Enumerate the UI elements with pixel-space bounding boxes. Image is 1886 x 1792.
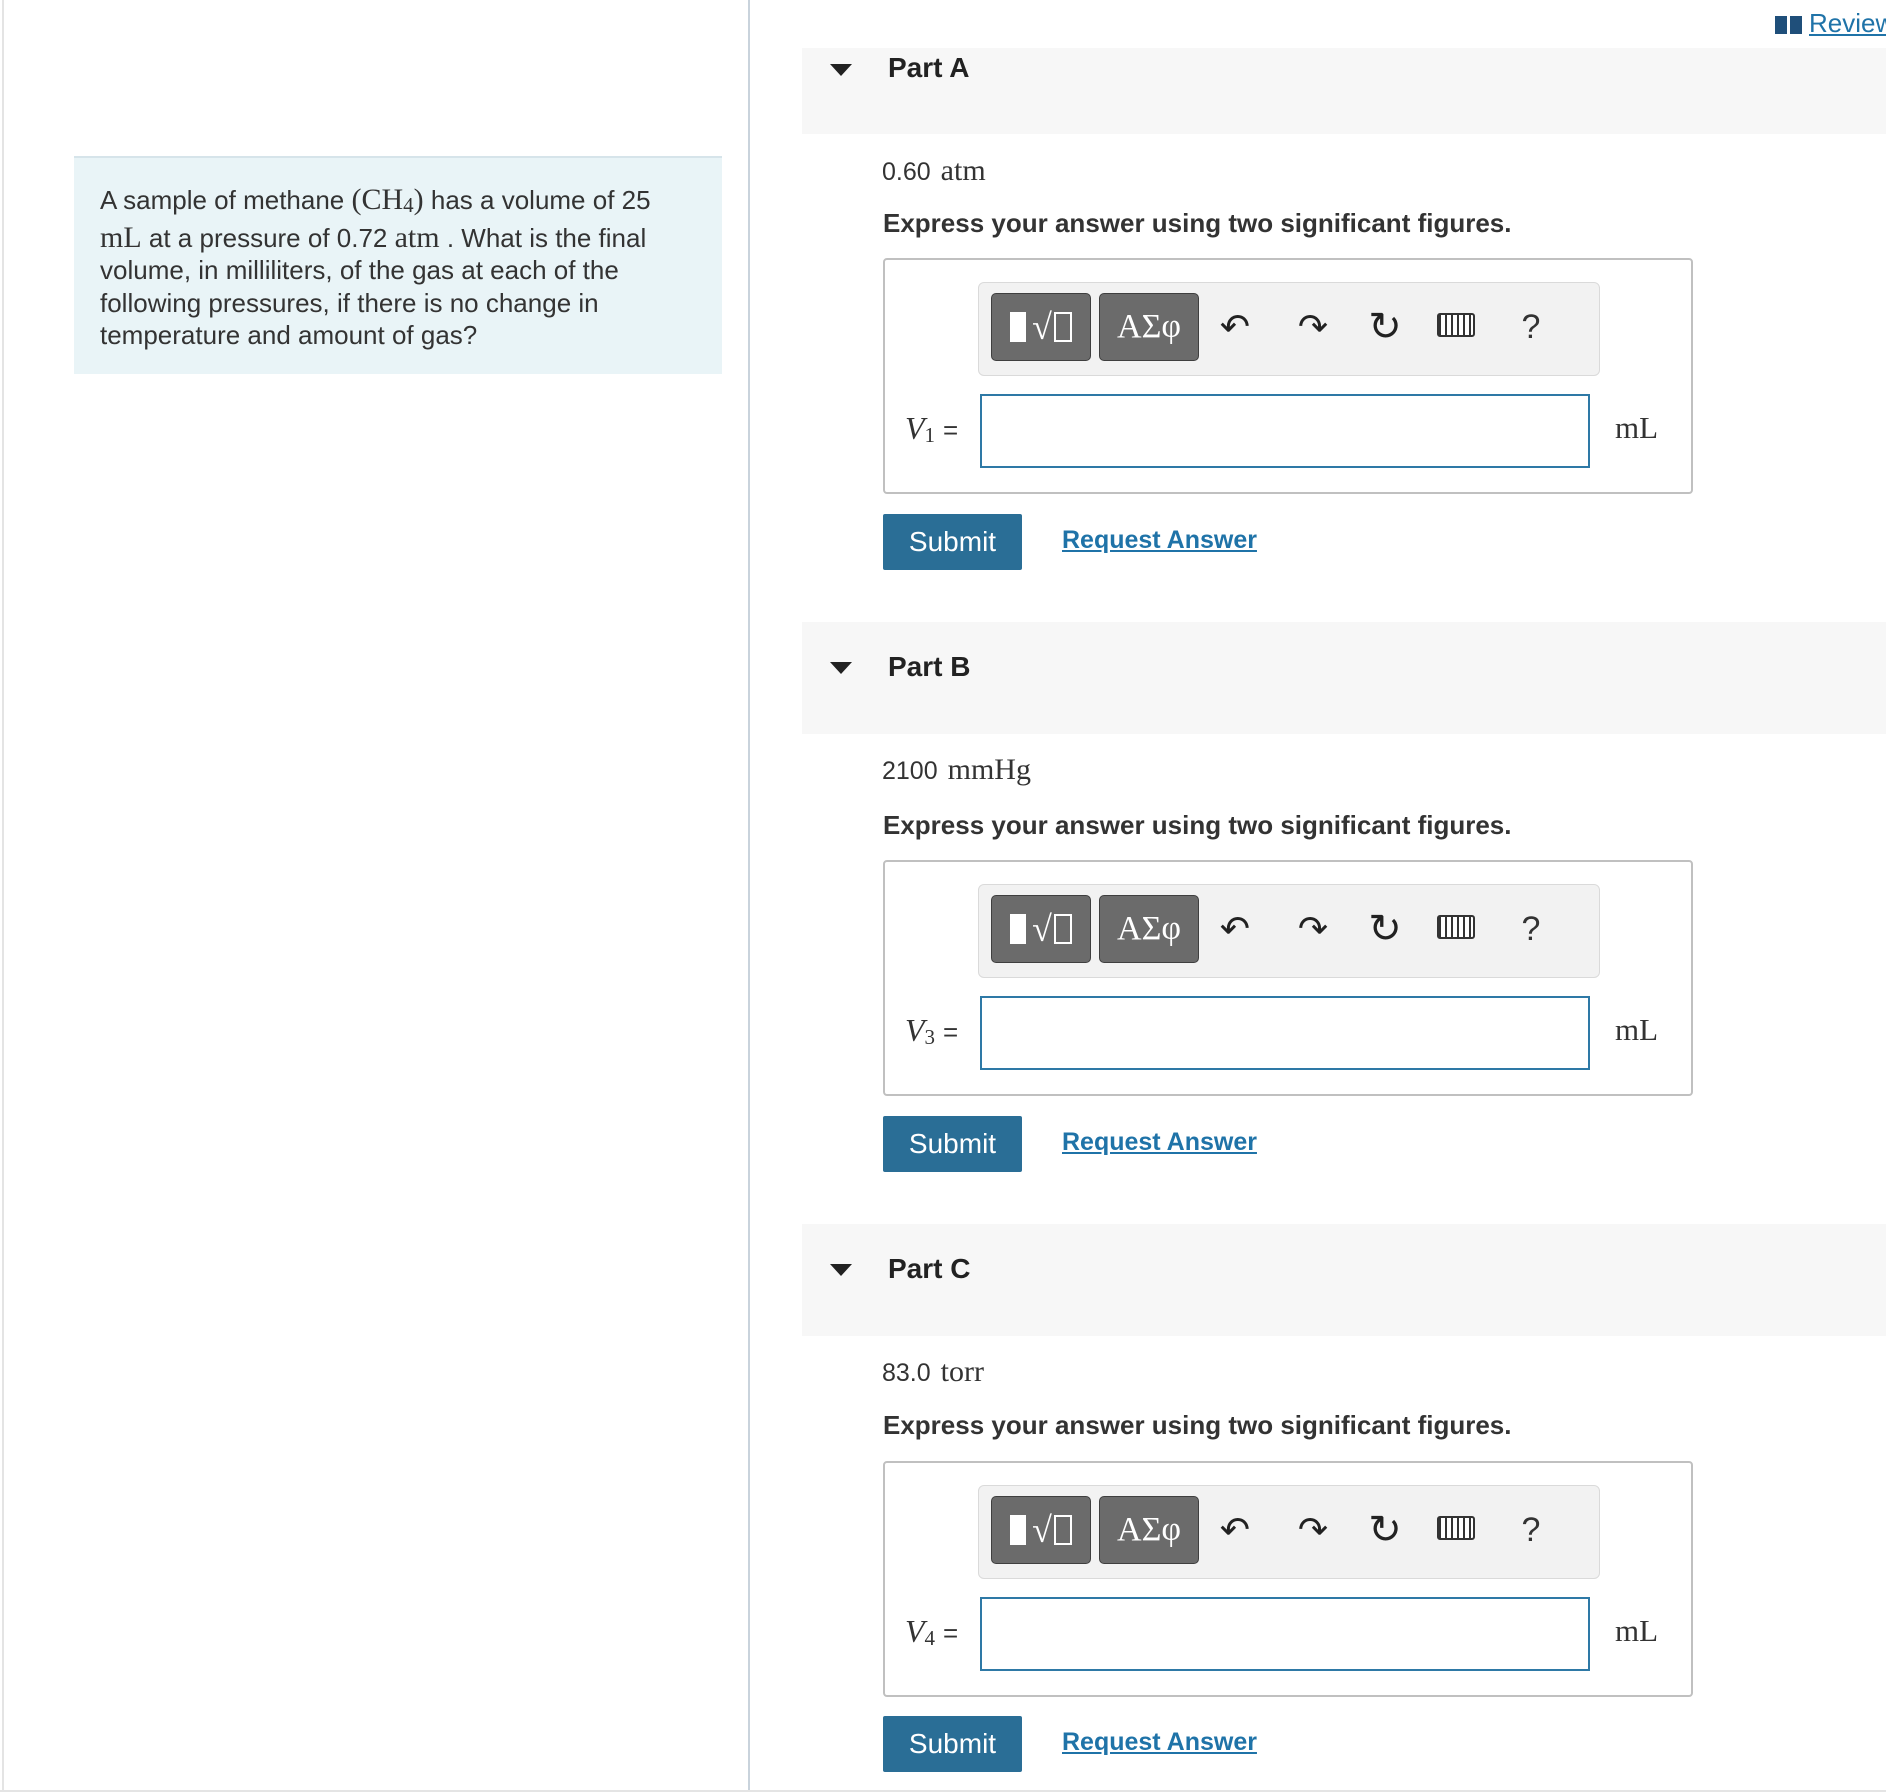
undo-icon[interactable]: ↶ bbox=[1213, 1508, 1257, 1552]
part-c-unit: mL bbox=[1615, 1613, 1659, 1648]
unit-atm: atm bbox=[394, 220, 440, 254]
part-a-variable-label: V1 = bbox=[905, 410, 959, 447]
part-c-title: Part C bbox=[888, 1253, 971, 1284]
redo-icon[interactable]: ↷ bbox=[1291, 1508, 1335, 1552]
part-c-given: 83.0 torr bbox=[882, 1355, 984, 1388]
redo-icon[interactable]: ↷ bbox=[1291, 907, 1335, 951]
part-a-answer-input[interactable] bbox=[980, 394, 1590, 468]
keyboard-icon[interactable] bbox=[1437, 1516, 1475, 1540]
math-toolbar: √ ΑΣφ ↶ ↷ ↻ ? bbox=[978, 282, 1600, 376]
collapse-caret-icon[interactable] bbox=[830, 64, 852, 76]
math-toolbar: √ ΑΣφ ↶ ↷ ↻ ? bbox=[978, 1485, 1600, 1579]
help-icon[interactable]: ? bbox=[1509, 305, 1553, 349]
undo-icon[interactable]: ↶ bbox=[1213, 907, 1257, 951]
collapse-caret-icon[interactable] bbox=[830, 662, 852, 674]
part-b-request-answer-link[interactable]: Request Answer bbox=[1062, 1128, 1257, 1157]
reset-icon[interactable]: ↻ bbox=[1363, 1508, 1407, 1552]
part-c-variable-label: V4 = bbox=[905, 1613, 959, 1650]
review-label: Review bbox=[1809, 8, 1886, 38]
part-a-answer-panel: √ ΑΣφ ↶ ↷ ↻ ? V1 = mL bbox=[883, 258, 1693, 494]
math-toolbar: √ ΑΣφ ↶ ↷ ↻ ? bbox=[978, 884, 1600, 978]
part-b-answer-panel: √ ΑΣφ ↶ ↷ ↻ ? V3 = mL bbox=[883, 860, 1693, 1096]
left-border bbox=[2, 0, 4, 1792]
part-a-submit-button[interactable]: Submit bbox=[883, 514, 1022, 570]
problem-text-3: at a pressure of 0.72 bbox=[141, 222, 395, 253]
reset-icon[interactable]: ↻ bbox=[1363, 907, 1407, 951]
part-a-unit: mL bbox=[1615, 410, 1659, 445]
part-a-title: Part A bbox=[888, 52, 970, 83]
part-c-instruction: Express your answer using two significan… bbox=[883, 1410, 1512, 1440]
part-c-answer-input[interactable] bbox=[980, 1597, 1590, 1671]
methane-formula: (CH4) bbox=[351, 183, 424, 217]
part-b-title: Part B bbox=[888, 651, 971, 682]
pane-divider bbox=[748, 0, 750, 1792]
keyboard-icon[interactable] bbox=[1437, 313, 1475, 337]
undo-icon[interactable]: ↶ bbox=[1213, 305, 1257, 349]
templates-button[interactable]: √ bbox=[991, 1496, 1091, 1564]
greek-symbols-button[interactable]: ΑΣφ bbox=[1099, 293, 1199, 361]
part-a-given: 0.60 atm bbox=[882, 154, 986, 187]
help-icon[interactable]: ? bbox=[1509, 907, 1553, 951]
part-a-instruction: Express your answer using two significan… bbox=[883, 208, 1512, 238]
keyboard-icon[interactable] bbox=[1437, 915, 1475, 939]
reset-icon[interactable]: ↻ bbox=[1363, 305, 1407, 349]
greek-symbols-button[interactable]: ΑΣφ bbox=[1099, 1496, 1199, 1564]
part-c-header[interactable]: Part C bbox=[802, 1224, 1886, 1336]
review-link[interactable]: Review bbox=[1775, 8, 1886, 39]
part-a-header[interactable]: Part A bbox=[802, 48, 1886, 134]
part-b-answer-input[interactable] bbox=[980, 996, 1590, 1070]
part-c-submit-button[interactable]: Submit bbox=[883, 1716, 1022, 1772]
redo-icon[interactable]: ↷ bbox=[1291, 305, 1335, 349]
part-b-instruction: Express your answer using two significan… bbox=[883, 810, 1512, 840]
part-a-request-answer-link[interactable]: Request Answer bbox=[1062, 526, 1257, 555]
problem-statement: A sample of methane (CH4) has a volume o… bbox=[74, 156, 722, 374]
part-b-given: 2100 mmHg bbox=[882, 753, 1031, 786]
greek-symbols-button[interactable]: ΑΣφ bbox=[1099, 895, 1199, 963]
part-b-submit-button[interactable]: Submit bbox=[883, 1116, 1022, 1172]
help-icon[interactable]: ? bbox=[1509, 1508, 1553, 1552]
templates-button[interactable]: √ bbox=[991, 895, 1091, 963]
part-b-variable-label: V3 = bbox=[905, 1012, 959, 1049]
templates-button[interactable]: √ bbox=[991, 293, 1091, 361]
problem-text-1: A sample of methane bbox=[100, 185, 352, 215]
part-b-unit: mL bbox=[1615, 1012, 1659, 1047]
part-c-request-answer-link[interactable]: Request Answer bbox=[1062, 1728, 1257, 1757]
part-c-answer-panel: √ ΑΣφ ↶ ↷ ↻ ? V4 = mL bbox=[883, 1461, 1693, 1697]
book-icon bbox=[1775, 14, 1803, 34]
collapse-caret-icon[interactable] bbox=[830, 1264, 852, 1276]
unit-ml: mL bbox=[100, 220, 142, 254]
part-b-header[interactable]: Part B bbox=[802, 622, 1886, 734]
problem-text-2: has a volume of 25 bbox=[423, 185, 651, 215]
